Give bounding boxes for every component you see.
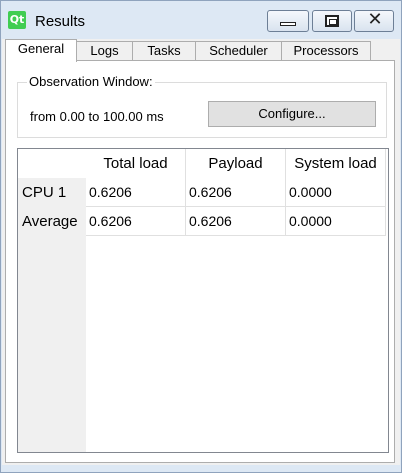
table-cell[interactable]: 0.6206 — [86, 178, 186, 207]
results-table[interactable]: Total load Payload System load CPU 1 0.6… — [17, 148, 389, 453]
maximize-icon — [325, 15, 339, 27]
table-cell[interactable]: 0.6206 — [186, 178, 286, 207]
column-header-system-load[interactable]: System load — [286, 149, 386, 178]
client-area: General Logs Tasks Scheduler Processors … — [2, 39, 400, 465]
table-cell[interactable]: 0.6206 — [86, 207, 186, 236]
group-title: Observation Window: — [27, 74, 155, 89]
table-corner — [18, 149, 86, 178]
tab-processors[interactable]: Processors — [281, 41, 371, 61]
minimize-icon — [280, 22, 296, 26]
general-panel: Observation Window: from 0.00 to 100.00 … — [5, 60, 395, 463]
column-header-payload[interactable]: Payload — [186, 149, 286, 178]
table-cell[interactable]: 0.6206 — [186, 207, 286, 236]
observation-window-group: Observation Window: from 0.00 to 100.00 … — [17, 74, 387, 138]
observation-range: from 0.00 to 100.00 ms — [30, 109, 164, 124]
table-cell[interactable]: 0.0000 — [286, 207, 386, 236]
maximize-button[interactable] — [312, 10, 352, 32]
table-cell[interactable]: 0.0000 — [286, 178, 386, 207]
close-button[interactable]: ✕ — [354, 10, 394, 32]
minimize-button[interactable] — [267, 10, 309, 32]
title-bar[interactable]: Qt Results ✕ — [1, 1, 401, 37]
qt-logo-icon: Qt — [8, 11, 26, 29]
tab-scheduler[interactable]: Scheduler — [195, 41, 282, 61]
row-header-average[interactable]: Average — [18, 207, 86, 236]
window-frame: Qt Results ✕ General Logs Tasks Schedule… — [0, 0, 402, 473]
configure-button[interactable]: Configure... — [208, 101, 376, 127]
window-title: Results — [35, 13, 86, 30]
tab-general[interactable]: General — [5, 39, 77, 62]
row-header-cpu-1[interactable]: CPU 1 — [18, 178, 86, 207]
tab-bar: General Logs Tasks Scheduler Processors — [2, 39, 400, 62]
close-icon: ✕ — [367, 9, 383, 30]
tab-tasks[interactable]: Tasks — [132, 41, 196, 61]
tab-logs[interactable]: Logs — [76, 41, 133, 61]
column-header-total-load[interactable]: Total load — [86, 149, 186, 178]
